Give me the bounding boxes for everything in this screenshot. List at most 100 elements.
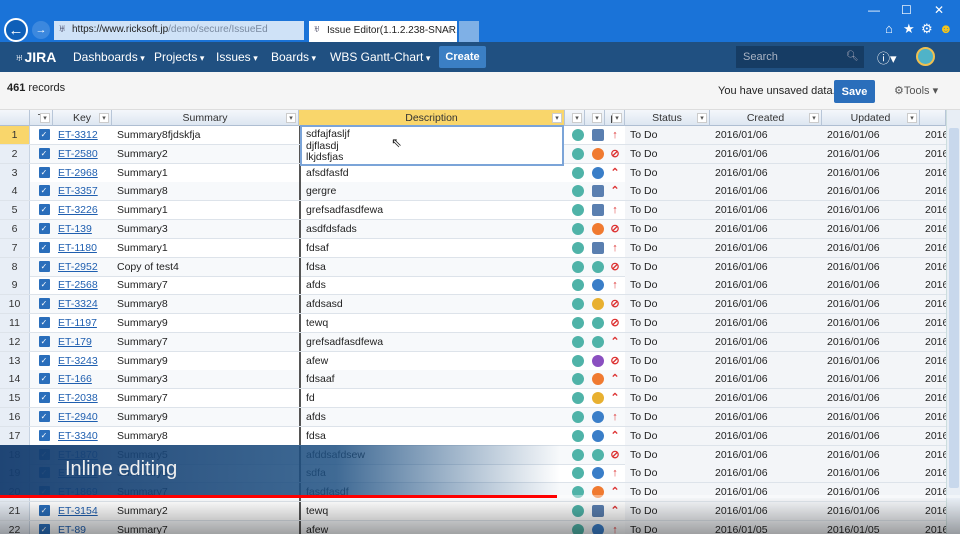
updated-cell[interactable]: 2016/01/06 bbox=[822, 295, 920, 314]
description-cell[interactable]: tewq bbox=[299, 314, 565, 332]
summary-cell[interactable]: Summary3 bbox=[112, 370, 299, 388]
priority-cell[interactable]: ⊘ bbox=[605, 314, 625, 332]
status-cell[interactable]: To Do bbox=[625, 238, 710, 257]
checkbox[interactable]: ✓ bbox=[38, 429, 50, 441]
extra-date-cell[interactable]: 2016 bbox=[920, 389, 946, 408]
created-cell[interactable]: 2016/01/06 bbox=[710, 144, 822, 163]
reporter-avatar-cell[interactable] bbox=[565, 352, 585, 370]
reporter-avatar-cell[interactable] bbox=[565, 446, 585, 464]
extra-date-cell[interactable]: 2016 bbox=[920, 314, 946, 332]
updated-cell[interactable]: 2016/01/06 bbox=[822, 351, 920, 370]
priority-cell[interactable]: ⊘ bbox=[605, 258, 625, 276]
table-row[interactable]: 5 ✓ ET-3226 Summary1 grefsadfasdfewa ↑ To Do 20… bbox=[0, 201, 946, 221]
extra-date-cell[interactable]: 2016 bbox=[920, 220, 946, 238]
checkbox-cell[interactable]: ✓ bbox=[30, 126, 53, 144]
checkbox-cell[interactable]: ✓ bbox=[30, 389, 53, 407]
status-cell[interactable]: To Do bbox=[625, 126, 710, 144]
checkbox-cell[interactable]: ✓ bbox=[30, 314, 53, 332]
assignee-avatar-cell[interactable] bbox=[585, 276, 605, 294]
reporter-avatar-cell[interactable] bbox=[565, 164, 585, 182]
settings-gear-icon[interactable]: ⚙ bbox=[921, 21, 933, 37]
status-cell[interactable]: To Do bbox=[625, 426, 710, 445]
summary-cell[interactable]: Summary2 bbox=[112, 145, 299, 163]
checkbox[interactable]: ✓ bbox=[38, 354, 50, 366]
priority-cell[interactable]: ⊘ bbox=[605, 220, 625, 238]
summary-cell[interactable]: Copy of test4 bbox=[112, 258, 299, 276]
priority-cell[interactable]: ⊘ bbox=[605, 446, 625, 464]
jira-logo[interactable]: ♅JIRA bbox=[14, 49, 56, 65]
checkbox-cell[interactable]: ✓ bbox=[30, 145, 53, 163]
assignee-avatar-cell[interactable] bbox=[585, 389, 605, 407]
checkbox-cell[interactable]: ✓ bbox=[30, 182, 53, 200]
description-cell[interactable]: grefsadfasdfewa bbox=[299, 201, 565, 220]
extra-date-cell[interactable]: 2016 bbox=[920, 182, 946, 201]
updated-cell[interactable]: 2016/01/06 bbox=[822, 332, 920, 351]
status-cell[interactable]: To Do bbox=[625, 351, 710, 370]
checkbox[interactable]: ✓ bbox=[38, 373, 50, 385]
filter-dropdown-icon[interactable]: ▾ bbox=[286, 113, 296, 123]
menu-boards[interactable]: Boards bbox=[271, 50, 316, 64]
summary-cell[interactable]: Summary7 bbox=[112, 276, 299, 294]
created-cell[interactable]: 2016/01/06 bbox=[710, 201, 822, 220]
extra-date-cell[interactable]: 2016 bbox=[920, 464, 946, 483]
reporter-avatar-cell[interactable] bbox=[565, 408, 585, 426]
checkbox[interactable]: ✓ bbox=[38, 241, 50, 253]
description-cell[interactable]: fdsa bbox=[299, 426, 565, 445]
extra-date-cell[interactable]: 2016 bbox=[920, 144, 946, 163]
key-cell[interactable]: ET-2580 bbox=[53, 145, 112, 163]
user-avatar[interactable] bbox=[916, 47, 935, 66]
checkbox[interactable]: ✓ bbox=[38, 185, 50, 197]
status-cell[interactable]: To Do bbox=[625, 314, 710, 332]
table-row[interactable]: 15 ✓ ET-2038 Summary7 fd ⌃ To Do 2016/01/06 2016… bbox=[0, 389, 946, 409]
status-cell[interactable]: To Do bbox=[625, 220, 710, 238]
assignee-avatar-cell[interactable] bbox=[585, 145, 605, 163]
priority-cell[interactable]: ⌃ bbox=[605, 389, 625, 407]
summary-cell[interactable]: Summary8 bbox=[112, 295, 299, 313]
priority-cell[interactable]: ⊘ bbox=[605, 145, 625, 163]
checkbox-cell[interactable]: ✓ bbox=[30, 295, 53, 313]
updated-cell[interactable]: 2016/01/06 bbox=[822, 370, 920, 389]
key-cell[interactable]: ET-2038 bbox=[53, 389, 112, 407]
menu-wbs-gantt-chart[interactable]: WBS Gantt-Chart bbox=[330, 50, 430, 64]
extra-date-cell[interactable]: 2016 bbox=[920, 370, 946, 389]
checkbox[interactable]: ✓ bbox=[38, 317, 50, 328]
updated-cell[interactable]: 2016/01/06 bbox=[822, 276, 920, 295]
updated-cell[interactable]: 2016/01/06 bbox=[822, 163, 920, 182]
key-cell[interactable]: ET-2940 bbox=[53, 408, 112, 426]
reporter-avatar-cell[interactable] bbox=[565, 258, 585, 276]
summary-cell[interactable]: Summary9 bbox=[112, 408, 299, 426]
reporter-avatar-cell[interactable] bbox=[565, 220, 585, 238]
summary-cell[interactable]: Summary1 bbox=[112, 201, 299, 219]
assignee-avatar-cell[interactable] bbox=[585, 220, 605, 238]
table-row[interactable]: 9 ✓ ET-2568 Summary7 afds ↑ To Do 2016/01/06 201… bbox=[0, 276, 946, 296]
assignee-avatar-cell[interactable] bbox=[585, 201, 605, 219]
summary-cell[interactable]: Summary1 bbox=[112, 164, 299, 182]
column-header-pi[interactable]: pi▾ bbox=[605, 110, 625, 126]
updated-cell[interactable]: 2016/01/06 bbox=[822, 445, 920, 464]
checkbox-cell[interactable]: ✓ bbox=[30, 370, 53, 388]
status-cell[interactable]: To Do bbox=[625, 408, 710, 426]
key-cell[interactable]: ET-3243 bbox=[53, 352, 112, 370]
created-cell[interactable]: 2016/01/06 bbox=[710, 276, 822, 295]
filter-dropdown-icon[interactable]: ▾ bbox=[592, 113, 602, 123]
reporter-avatar-cell[interactable] bbox=[565, 201, 585, 219]
table-row[interactable]: 12 ✓ ET-179 Summary7 grefsadfasdfewa ⌃ To Do 20… bbox=[0, 332, 946, 352]
status-cell[interactable]: To Do bbox=[625, 370, 710, 389]
filter-dropdown-icon[interactable]: ▾ bbox=[809, 113, 819, 123]
extra-date-cell[interactable]: 2016 bbox=[920, 163, 946, 182]
checkbox[interactable]: ✓ bbox=[38, 411, 50, 422]
summary-cell[interactable]: Summary9 bbox=[112, 352, 299, 370]
description-cell[interactable]: gergre bbox=[299, 182, 565, 201]
extra-date-cell[interactable]: 2016 bbox=[920, 238, 946, 257]
updated-cell[interactable]: 2016/01/06 bbox=[822, 238, 920, 257]
status-cell[interactable]: To Do bbox=[625, 163, 710, 182]
search-input[interactable] bbox=[736, 46, 864, 68]
priority-cell[interactable]: ↑ bbox=[605, 464, 625, 482]
reporter-avatar-cell[interactable] bbox=[565, 276, 585, 294]
assignee-avatar-cell[interactable] bbox=[585, 446, 605, 464]
description-cell[interactable]: asdfdsfads bbox=[299, 220, 565, 238]
checkbox-cell[interactable]: ✓ bbox=[30, 220, 53, 238]
reporter-avatar-cell[interactable] bbox=[565, 464, 585, 482]
checkbox-cell[interactable]: ✓ bbox=[30, 352, 53, 370]
checkbox[interactable]: ✓ bbox=[38, 392, 50, 404]
